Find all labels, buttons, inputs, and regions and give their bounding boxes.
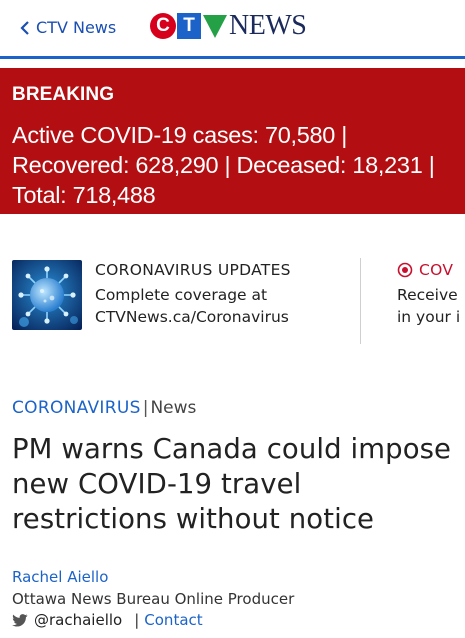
ctv-news-logo[interactable]: C T NEWS xyxy=(150,10,307,42)
promo-subtitle-line: in your i xyxy=(397,308,461,326)
contact-link[interactable]: Contact xyxy=(144,611,202,629)
promo-card-coronavirus[interactable]: CORONAVIRUS UPDATES Complete coverage at… xyxy=(12,260,291,330)
logo-news-text: NEWS xyxy=(229,10,307,41)
promo-subtitle-line: Complete coverage at xyxy=(95,286,268,304)
twitter-icon[interactable] xyxy=(12,613,28,627)
site-header: CTV News C T NEWS xyxy=(0,0,465,59)
promo-body: CORONAVIRUS UPDATES Complete coverage at… xyxy=(95,260,291,330)
article-category-line: CORONAVIRUS | News xyxy=(12,398,196,418)
promo-body: COV Receive in your i xyxy=(397,260,460,328)
author-name[interactable]: Rachel Aiello xyxy=(12,568,108,586)
chevron-left-icon xyxy=(20,20,29,35)
breaking-banner[interactable]: BREAKING Active COVID-19 cases: 70,580 |… xyxy=(0,68,465,214)
section-label: News xyxy=(150,398,197,418)
ctv-logo-mark: C T xyxy=(150,13,228,39)
breaking-stats: Active COVID-19 cases: 70,580 | Recovere… xyxy=(12,122,435,208)
social-separator: | xyxy=(134,611,140,629)
promo-subtitle-line: Receive xyxy=(397,286,458,304)
promo-title-text: COV xyxy=(419,261,454,279)
logo-t: T xyxy=(177,13,201,39)
record-icon xyxy=(397,262,413,278)
twitter-handle[interactable]: @rachaiello xyxy=(34,611,122,629)
back-link-label: CTV News xyxy=(36,18,117,37)
logo-c: C xyxy=(150,13,176,39)
author-role: Ottawa News Bureau Online Producer xyxy=(12,590,295,608)
promo-subtitle-line: CTVNews.ca/Coronavirus xyxy=(95,308,289,326)
author-social: @rachaiello | Contact xyxy=(12,611,203,629)
category-separator: | xyxy=(142,398,149,418)
promo-title: CORONAVIRUS UPDATES xyxy=(95,261,291,279)
promo-subtitle: Receive in your i xyxy=(397,284,460,328)
header-divider xyxy=(0,56,465,59)
back-link[interactable]: CTV News xyxy=(20,18,116,37)
promo-title: COV xyxy=(397,261,460,279)
logo-v-icon xyxy=(202,13,228,39)
coronavirus-thumbnail xyxy=(12,260,82,330)
article-headline: PM warns Canada could impose new COVID-1… xyxy=(12,433,452,535)
breaking-label: BREAKING xyxy=(12,84,115,105)
promo-carousel[interactable]: CORONAVIRUS UPDATES Complete coverage at… xyxy=(0,248,465,348)
promo-divider xyxy=(360,258,361,344)
category-link[interactable]: CORONAVIRUS xyxy=(12,398,141,418)
promo-subtitle: Complete coverage at CTVNews.ca/Coronavi… xyxy=(95,284,291,328)
promo-card-covid-alerts[interactable]: COV Receive in your i xyxy=(397,260,460,328)
